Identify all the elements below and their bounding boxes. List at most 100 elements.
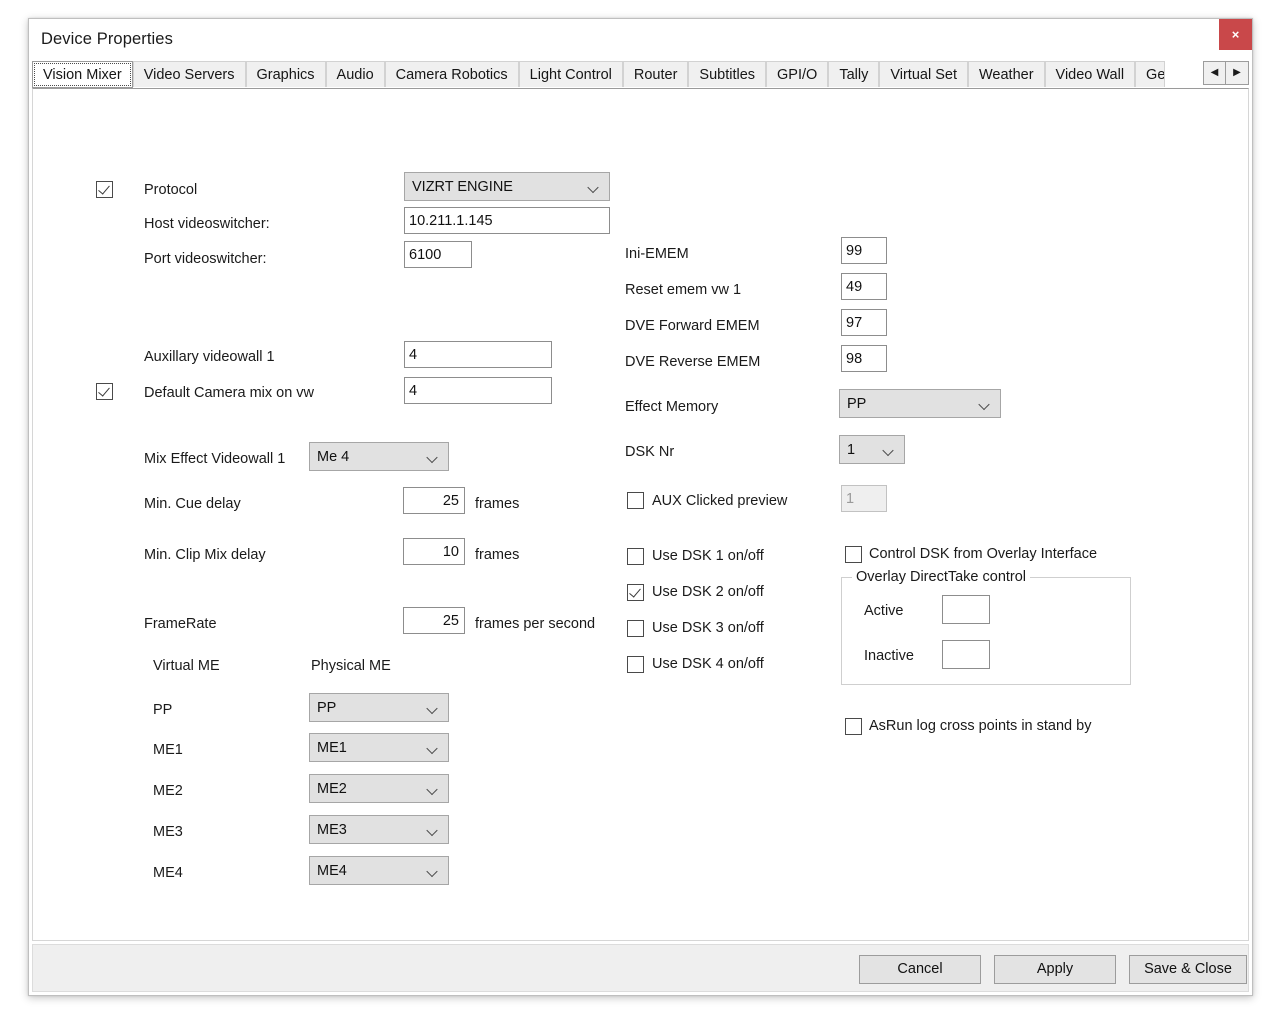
default-camera-mix-input[interactable] bbox=[404, 377, 552, 404]
physical-me-combo-me4[interactable]: ME4 bbox=[309, 856, 449, 885]
default-camera-mix-checkbox[interactable] bbox=[96, 383, 113, 400]
reset-emem-vw-1-input[interactable] bbox=[841, 273, 887, 300]
ini-emem-label: Ini-EMEM bbox=[625, 246, 689, 262]
effect-memory-label: Effect Memory bbox=[625, 399, 719, 415]
chevron-down-icon bbox=[884, 446, 895, 453]
tab-light-control[interactable]: Light Control bbox=[518, 61, 623, 87]
physical-me-combo-me1[interactable]: ME1 bbox=[309, 733, 449, 762]
aux-clicked-preview-input bbox=[841, 485, 887, 512]
tab-gpi-o[interactable]: GPI/O bbox=[766, 61, 829, 87]
chevron-down-icon bbox=[428, 704, 439, 711]
use-dsk-1-checkbox[interactable] bbox=[627, 548, 644, 565]
apply-button[interactable]: Apply bbox=[994, 955, 1116, 984]
default-camera-mix-label: Default Camera mix on vw bbox=[144, 385, 315, 401]
host-videoswitcher-label: Host videoswitcher: bbox=[144, 216, 270, 232]
framerate-input[interactable] bbox=[403, 607, 465, 634]
effect-memory-value: PP bbox=[847, 395, 867, 412]
mix-effect-videowall-1-combo[interactable]: Me 4 bbox=[309, 442, 449, 471]
min-cue-delay-input[interactable] bbox=[403, 487, 465, 514]
use-dsk-4-label: Use DSK 4 on/off bbox=[652, 656, 764, 672]
tab-subtitles[interactable]: Subtitles bbox=[688, 61, 767, 87]
screen-root: Device Properties × Vision Mixer Video Se… bbox=[0, 0, 1281, 1032]
tab-scroll-right-icon[interactable]: ▶ bbox=[1226, 61, 1249, 85]
control-dsk-from-overlay-checkbox[interactable] bbox=[845, 546, 862, 563]
tab-video-servers[interactable]: Video Servers bbox=[132, 61, 246, 87]
use-dsk-1-label: Use DSK 1 on/off bbox=[652, 548, 764, 564]
save-close-button[interactable]: Save & Close bbox=[1129, 955, 1247, 984]
asrun-log-label: AsRun log cross points in stand by bbox=[869, 718, 1092, 734]
tabstrip: Vision Mixer Video Servers Graphics Audio Ca… bbox=[32, 61, 1249, 88]
framerate-label: FrameRate bbox=[144, 616, 217, 632]
port-videoswitcher-input[interactable] bbox=[404, 241, 472, 268]
window-titlebar: Device Properties × bbox=[29, 19, 1252, 61]
overlay-directtake-group: Overlay DirectTake control Active Inacti… bbox=[841, 569, 1131, 685]
ini-emem-input[interactable] bbox=[841, 237, 887, 264]
dve-reverse-emem-input[interactable] bbox=[841, 345, 887, 372]
tab-general[interactable]: General bbox=[1135, 61, 1166, 87]
min-clip-mix-delay-input[interactable] bbox=[403, 538, 465, 565]
overlay-active-input[interactable] bbox=[942, 595, 990, 624]
protocol-label: Protocol bbox=[144, 182, 198, 198]
overlay-inactive-label: Inactive bbox=[864, 648, 914, 664]
tab-video-wall[interactable]: Video Wall bbox=[1044, 61, 1136, 87]
tab-tally[interactable]: Tally bbox=[828, 61, 880, 87]
tab-graphics[interactable]: Graphics bbox=[245, 61, 326, 87]
tab-audio[interactable]: Audio bbox=[325, 61, 385, 87]
dve-forward-emem-input[interactable] bbox=[841, 309, 887, 336]
physical-me-combo-me2[interactable]: ME2 bbox=[309, 774, 449, 803]
overlay-active-label: Active bbox=[864, 603, 904, 619]
tab-virtual-set[interactable]: Virtual Set bbox=[879, 61, 968, 87]
virtual-me-row-label: PP bbox=[153, 702, 173, 718]
chevron-down-icon bbox=[428, 785, 439, 792]
tab-vision-mixer[interactable]: Vision Mixer bbox=[32, 61, 133, 88]
chevron-down-icon bbox=[428, 744, 439, 751]
tab-router[interactable]: Router bbox=[622, 61, 689, 87]
cancel-button[interactable]: Cancel bbox=[859, 955, 981, 984]
virtual-me-row-label: ME1 bbox=[153, 742, 183, 758]
physical-me-combo-me3[interactable]: ME3 bbox=[309, 815, 449, 844]
virtual-me-row-label: ME3 bbox=[153, 824, 183, 840]
overlay-directtake-title: Overlay DirectTake control bbox=[852, 569, 1031, 585]
virtual-me-row-label: ME4 bbox=[153, 865, 183, 881]
physical-me-value: PP bbox=[317, 699, 337, 716]
mix-effect-videowall-1-label: Mix Effect Videowall 1 bbox=[144, 451, 286, 467]
aux-clicked-preview-label: AUX Clicked preview bbox=[652, 493, 788, 509]
physical-me-combo-pp[interactable]: PP bbox=[309, 693, 449, 722]
asrun-log-checkbox[interactable] bbox=[845, 718, 862, 735]
host-videoswitcher-input[interactable] bbox=[404, 207, 610, 234]
min-clip-mix-delay-unit: frames bbox=[475, 547, 520, 563]
use-dsk-4-checkbox[interactable] bbox=[627, 656, 644, 673]
tab-scroll-left-icon[interactable]: ◀ bbox=[1203, 61, 1226, 85]
auxillary-videowall-1-input[interactable] bbox=[404, 341, 552, 368]
close-icon[interactable]: × bbox=[1219, 19, 1252, 50]
dve-reverse-emem-label: DVE Reverse EMEM bbox=[625, 354, 761, 370]
use-dsk-2-checkbox[interactable] bbox=[627, 584, 644, 601]
use-dsk-3-label: Use DSK 3 on/off bbox=[652, 620, 764, 636]
framerate-unit: frames per second bbox=[475, 616, 596, 632]
mix-effect-videowall-1-value: Me 4 bbox=[317, 448, 350, 465]
protocol-enable-checkbox[interactable] bbox=[96, 181, 113, 198]
physical-me-value: ME4 bbox=[317, 862, 347, 879]
min-cue-delay-label: Min. Cue delay bbox=[144, 496, 241, 512]
chevron-down-icon bbox=[428, 826, 439, 833]
effect-memory-combo[interactable]: PP bbox=[839, 389, 1001, 418]
virtual-me-row-label: ME2 bbox=[153, 783, 183, 799]
chevron-down-icon bbox=[428, 453, 439, 460]
dsk-nr-label: DSK Nr bbox=[625, 444, 675, 460]
overlay-inactive-input[interactable] bbox=[942, 640, 990, 669]
auxillary-videowall-1-label: Auxillary videowall 1 bbox=[144, 349, 275, 365]
tab-camera-robotics[interactable]: Camera Robotics bbox=[384, 61, 519, 87]
tab-scroll-controls: ◀ ▶ bbox=[1203, 61, 1249, 87]
tab-weather[interactable]: Weather bbox=[967, 61, 1045, 87]
dve-forward-emem-label: DVE Forward EMEM bbox=[625, 318, 760, 334]
port-videoswitcher-label: Port videoswitcher: bbox=[144, 251, 267, 267]
aux-clicked-preview-checkbox[interactable] bbox=[627, 492, 644, 509]
reset-emem-vw-1-label: Reset emem vw 1 bbox=[625, 282, 742, 298]
use-dsk-3-checkbox[interactable] bbox=[627, 620, 644, 637]
min-cue-delay-unit: frames bbox=[475, 496, 520, 512]
dialog-footer: Cancel Apply Save & Close bbox=[32, 944, 1249, 992]
dsk-nr-combo[interactable]: 1 bbox=[839, 435, 905, 464]
protocol-combo-value: VIZRT ENGINE bbox=[412, 178, 513, 195]
protocol-combo[interactable]: VIZRT ENGINE bbox=[404, 172, 610, 201]
control-dsk-from-overlay-label: Control DSK from Overlay Interface bbox=[869, 546, 1098, 562]
